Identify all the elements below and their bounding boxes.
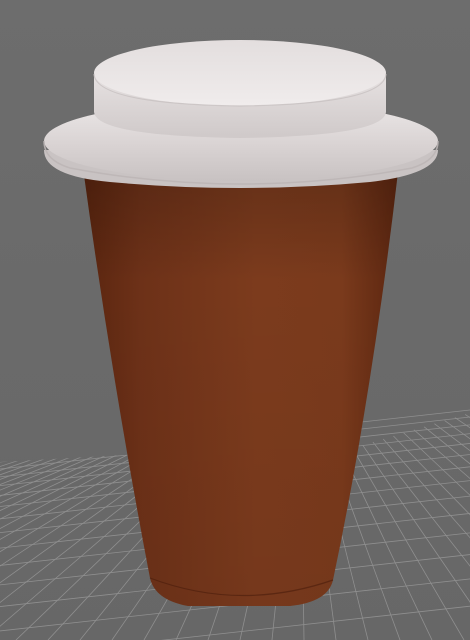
viewport-canvas[interactable] bbox=[0, 0, 470, 640]
3d-viewport[interactable] bbox=[0, 0, 470, 640]
lid-cap-top[interactable] bbox=[94, 40, 386, 106]
